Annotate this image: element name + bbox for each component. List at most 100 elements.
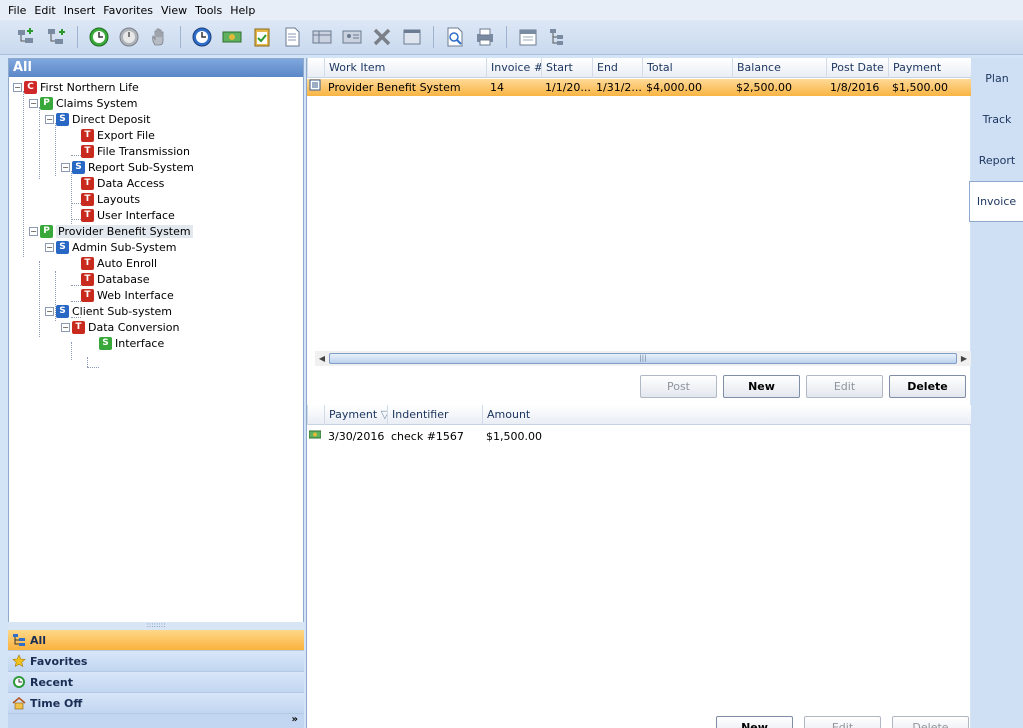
tree-node[interactable]: − S Admin Sub-System [45,239,176,255]
start-timer-icon[interactable] [87,25,111,49]
stop-timer-icon[interactable] [117,25,141,49]
tree-node-label: Report Sub-System [88,160,194,174]
nav-time-off[interactable]: Time Off [8,693,304,714]
menu-insert[interactable]: Insert [60,4,100,17]
collapse-icon[interactable]: − [13,82,22,92]
column-header[interactable]: Balance [732,58,826,78]
nav-favorites[interactable]: Favorites [8,651,304,672]
tree-node[interactable]: − S Direct Deposit [45,111,150,127]
recent-icon [13,676,25,688]
column-header[interactable]: Payment [888,58,971,78]
horizontal-scrollbar[interactable]: ◀ ||| ▶ [315,351,971,366]
preview-icon[interactable] [443,25,467,49]
menu-edit[interactable]: Edit [30,4,59,17]
tree-node[interactable]: − T Data Conversion [61,319,179,335]
nav-favorites-label: Favorites [30,654,88,668]
tab-plan[interactable]: Plan [971,58,1023,99]
column-header[interactable]: Amount [482,405,582,425]
add-item-icon[interactable] [14,25,38,49]
window-icon[interactable] [400,25,424,49]
tree-node[interactable]: T File Transmission [81,143,190,159]
work-item-tree: − C First Northern Life − P Claims System − S… [9,77,303,627]
menu-view[interactable]: View [157,4,191,17]
tree-node[interactable]: T Export File [81,127,155,143]
invoice-grid-header: Work Item Invoice # Start End Total Bala… [307,58,971,78]
tree-node[interactable]: T Auto Enroll [81,255,157,271]
column-header[interactable]: Total [642,58,732,78]
new-payment-button[interactable]: New [716,716,793,728]
tab-track[interactable]: Track [971,99,1023,140]
tree-node[interactable]: T User Interface [81,207,175,223]
delete-icon[interactable] [370,25,394,49]
edit-payment-button[interactable]: Edit [804,716,881,728]
tree-node[interactable]: T Layouts [81,191,140,207]
post-button[interactable]: Post [640,375,717,398]
scroll-thumb[interactable]: ||| [329,353,957,364]
collapse-icon[interactable]: − [61,322,70,332]
collapse-icon[interactable]: − [61,162,70,172]
tree-node[interactable]: S Interface [99,335,164,351]
tree-node[interactable]: T Data Access [81,175,164,191]
invoice-panel: Work Item Invoice # Start End Total Bala… [306,58,971,728]
column-header[interactable]: Invoice # [486,58,541,78]
calendar-icon[interactable] [516,25,540,49]
tree-node[interactable]: T Database [81,271,150,287]
add-subitem-icon[interactable] [44,25,68,49]
tab-report[interactable]: Report [971,140,1023,181]
scroll-left-icon[interactable]: ◀ [315,354,329,363]
tree-node[interactable]: − S Report Sub-System [61,159,194,175]
cell-work-item: Provider Benefit System [328,81,461,94]
collapse-icon[interactable]: − [29,98,38,108]
menu-file[interactable]: File [4,4,30,17]
menu-help[interactable]: Help [226,4,259,17]
delete-invoice-button[interactable]: Delete [889,375,966,398]
column-header[interactable]: Indentifier [387,405,482,425]
new-invoice-button[interactable]: New [723,375,800,398]
clock-icon[interactable] [190,25,214,49]
nav-recent[interactable]: Recent [8,672,304,693]
column-header[interactable]: Start [541,58,592,78]
task-icon: T [81,192,94,206]
invoice-buttons: Post New Edit Delete [640,375,966,398]
tree-node-label: Data Conversion [88,320,180,334]
column-header[interactable]: Payment ▽ [324,405,387,425]
tree-node-label: Claims System [56,96,138,110]
table-icon[interactable] [310,25,334,49]
document-icon[interactable] [280,25,304,49]
card-icon[interactable] [340,25,364,49]
scroll-right-icon[interactable]: ▶ [957,354,971,363]
table-row[interactable]: 3/30/2016 check #1567 $1,500.00 [307,428,971,445]
table-row[interactable]: Provider Benefit System 14 1/1/20... 1/3… [307,79,971,96]
tree-node[interactable]: − C First Northern Life [13,79,139,95]
print-icon[interactable] [473,25,497,49]
tree-icon[interactable] [546,25,570,49]
tree-node-label: Export File [97,128,155,142]
column-header[interactable]: End [592,58,642,78]
toolbar [0,20,1023,55]
menu-tools[interactable]: Tools [191,4,226,17]
edit-invoice-button[interactable]: Edit [806,375,883,398]
menu-favorites[interactable]: Favorites [99,4,157,17]
tree-node-label: Data Access [97,176,165,190]
collapse-icon[interactable]: − [45,114,54,124]
delete-payment-button[interactable]: Delete [892,716,969,728]
tree-node[interactable]: − S Client Sub-system [45,303,172,319]
column-header[interactable]: Work Item [324,58,486,78]
column-header[interactable]: Post Date [826,58,888,78]
tree-node-selected[interactable]: − P Provider Benefit System [29,223,193,239]
collapse-icon[interactable]: − [29,226,38,236]
hand-icon[interactable] [147,25,171,49]
company-icon: C [24,80,37,94]
nav-all[interactable]: All [8,630,304,651]
expand-nav-icon[interactable]: » [8,714,304,728]
toolbar-separator [180,26,181,48]
tree-node[interactable]: − P Claims System [29,95,138,111]
tree-node[interactable]: T Web Interface [81,287,174,303]
clipboard-icon[interactable] [250,25,274,49]
collapse-icon[interactable]: − [45,306,54,316]
splitter-grip[interactable]: :::::::: [8,622,304,630]
money-icon[interactable] [220,25,244,49]
cell-payment: $1,500.00 [892,81,948,94]
tab-invoice[interactable]: Invoice [969,181,1023,222]
collapse-icon[interactable]: − [45,242,54,252]
